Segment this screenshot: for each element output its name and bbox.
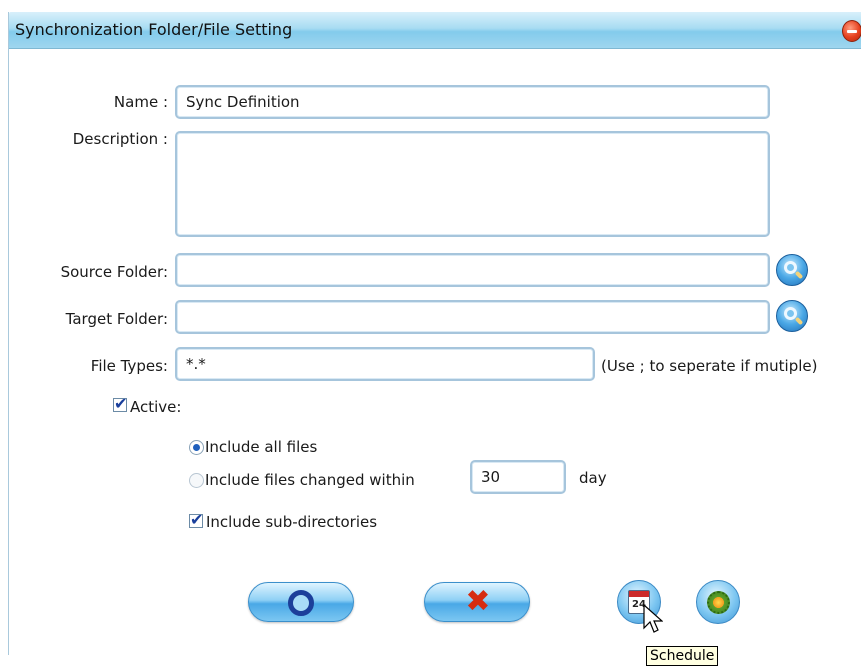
days-field[interactable]	[470, 460, 566, 494]
source-browse-button[interactable]	[776, 254, 808, 286]
close-icon[interactable]	[842, 20, 861, 42]
active-checkbox[interactable]	[113, 394, 127, 413]
name-field[interactable]	[175, 85, 770, 119]
target-folder-field[interactable]	[175, 300, 770, 334]
description-field[interactable]	[175, 131, 770, 237]
schedule-tooltip: Schedule	[646, 646, 719, 666]
file-types-field[interactable]	[175, 347, 595, 381]
description-label: Description :	[72, 130, 168, 148]
gear-icon	[707, 591, 730, 614]
settings-button[interactable]	[696, 580, 740, 624]
source-folder-label: Source Folder:	[60, 263, 168, 281]
search-handle-icon	[794, 270, 804, 280]
title-bar[interactable]: Synchronization Folder/File Setting	[9, 12, 861, 49]
subdirs-label: Include sub-directories	[206, 513, 378, 531]
red-x-icon: ✖	[465, 584, 491, 619]
include-changed-radio[interactable]	[189, 473, 204, 488]
include-all-label: Include all files	[205, 438, 318, 456]
file-types-label: File Types:	[90, 357, 168, 375]
source-folder-field[interactable]	[175, 253, 770, 287]
file-types-hint: (Use ; to seperate if mutiple)	[601, 357, 818, 375]
name-label: Name :	[113, 93, 168, 111]
cancel-button[interactable]: ✖	[424, 582, 530, 622]
search-handle-icon	[794, 316, 804, 326]
target-folder-label: Target Folder:	[65, 310, 168, 328]
include-changed-label: Include files changed within	[205, 471, 415, 489]
target-browse-button[interactable]	[776, 300, 808, 332]
include-all-radio[interactable]	[189, 440, 204, 455]
active-label: Active:	[130, 398, 182, 416]
days-unit-label: day	[579, 469, 607, 487]
mouse-cursor-icon	[643, 604, 663, 633]
ok-ring-icon	[288, 590, 314, 616]
window-title: Synchronization Folder/File Setting	[15, 20, 293, 39]
ok-button[interactable]	[248, 582, 354, 622]
background-strip	[0, 0, 861, 12]
subdirs-checkbox[interactable]	[189, 510, 203, 529]
